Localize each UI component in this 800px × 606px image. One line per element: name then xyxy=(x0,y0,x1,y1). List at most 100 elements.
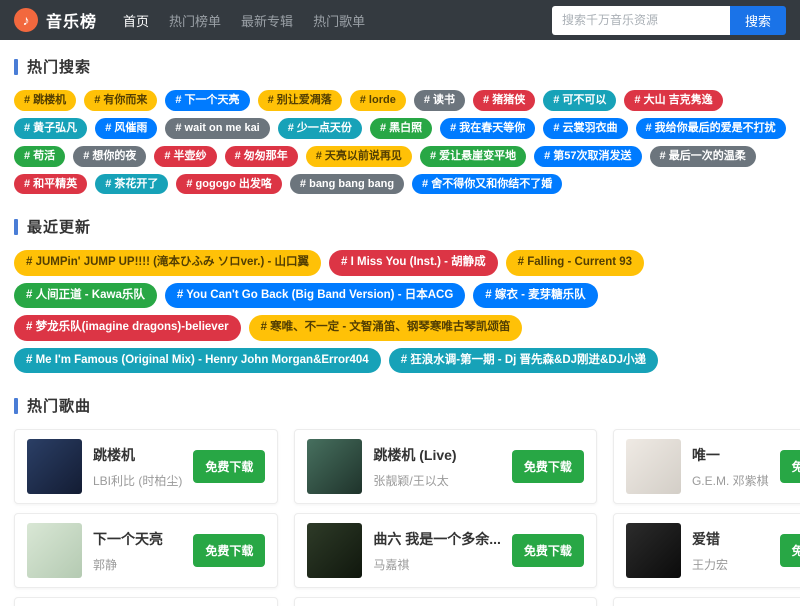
song-artist: 张靓颖/王以太 xyxy=(373,472,501,489)
song-title: 跳楼机 (Live) xyxy=(373,445,501,465)
nav-link[interactable]: 首页 xyxy=(123,11,149,30)
song-meta: 爱错 王力宏 xyxy=(692,529,769,573)
search-button[interactable]: 搜索 xyxy=(730,6,786,35)
download-button[interactable]: 免费下载 xyxy=(193,534,265,567)
song-title: 跳楼机 xyxy=(93,445,182,465)
hot-search-tag[interactable]: # 跳楼机 xyxy=(14,90,76,111)
nav-link[interactable]: 热门歌单 xyxy=(313,11,365,30)
hot-search-tag[interactable]: # bang bang bang xyxy=(290,174,404,195)
brand-title: 音乐榜 xyxy=(46,8,97,32)
recent-update-tag[interactable]: # Me I'm Famous (Original Mix) - Henry J… xyxy=(14,348,381,374)
hot-search-tag[interactable]: # 读书 xyxy=(414,90,465,111)
hot-search-tag[interactable]: # 茶花开了 xyxy=(95,174,168,195)
hot-search-tag[interactable]: # 最后一次的温柔 xyxy=(650,146,756,167)
recent-update-tag[interactable]: # JUMPin' JUMP UP!!!! (滝本ひふみ ソロver.) - 山… xyxy=(14,250,321,276)
recent-update-tag[interactable]: # I Miss You (Inst.) - 胡静成 xyxy=(329,250,498,276)
recent-update-tags: # JUMPin' JUMP UP!!!! (滝本ひふみ ソロver.) - 山… xyxy=(14,250,786,373)
recent-update-tag[interactable]: # Falling - Current 93 xyxy=(506,250,644,276)
song-card: 我怀念的 孙燕姿 免费下载 xyxy=(613,597,800,606)
hot-search-tag[interactable]: # 和平精英 xyxy=(14,174,87,195)
hot-search-tag[interactable]: # 天亮以前说再见 xyxy=(306,146,412,167)
song-card: 爱错 王力宏 免费下载 xyxy=(613,513,800,588)
song-meta: 跳楼机 (Live) 张靓颖/王以太 xyxy=(373,445,501,489)
song-card: 跳楼机 (Live) 张靓颖/王以太 免费下载 xyxy=(294,429,597,504)
section-hot-songs: 热门歌曲 跳楼机 LBI利比 (时柏尘) 免费下载 xyxy=(14,395,786,606)
album-art xyxy=(626,439,681,494)
hot-search-tag[interactable]: # 半壶纱 xyxy=(154,146,216,167)
search-input[interactable] xyxy=(552,6,730,35)
song-artist: G.E.M. 邓紫棋 xyxy=(692,472,769,489)
song-artist: LBI利比 (时柏尘) xyxy=(93,472,182,489)
song-meta: 下一个天亮 郭静 xyxy=(93,529,182,573)
music-note-logo-icon: ♪ xyxy=(14,8,38,32)
song-card: 79 04 6028 舍得 王唯旖 免费下载 xyxy=(294,597,597,606)
recent-updates-title-text: 最近更新 xyxy=(27,216,91,237)
album-art xyxy=(27,523,82,578)
recent-update-tag[interactable]: # 狂浪水调-第一期 - Dj 晋先森&DJ刚进&DJ小递 xyxy=(389,348,658,374)
song-title: 唯一 xyxy=(692,445,769,465)
hot-search-tag[interactable]: # gogogo 出发咯 xyxy=(176,174,282,195)
recent-update-tag[interactable]: # 嫁衣 - 麦芽糖乐队 xyxy=(473,283,597,309)
hot-search-tag[interactable]: # 我在春天等你 xyxy=(440,118,535,139)
song-card: 曲六 我是一个多余... 马嘉祺 免费下载 xyxy=(294,513,597,588)
hot-search-tag[interactable]: # 第57次取消发送 xyxy=(534,146,641,167)
section-accent-bar xyxy=(14,59,18,75)
song-meta: 曲六 我是一个多余... 马嘉祺 xyxy=(373,529,501,573)
hot-search-tag[interactable]: # 想你的夜 xyxy=(73,146,146,167)
hot-search-tag[interactable]: # 我给你最后的爱是不打扰 xyxy=(636,118,786,139)
download-button[interactable]: 免费下载 xyxy=(193,450,265,483)
section-accent-bar xyxy=(14,398,18,414)
hot-search-tag[interactable]: # 黑白照 xyxy=(370,118,432,139)
hot-search-tag[interactable]: # 云裳羽衣曲 xyxy=(543,118,627,139)
album-art xyxy=(307,439,362,494)
album-art xyxy=(27,439,82,494)
song-grid: 跳楼机 LBI利比 (时柏尘) 免费下载 跳楼机 (Live) 张靓颖/王以太 … xyxy=(14,429,786,606)
recent-update-tag[interactable]: # 人间正道 - Kawa乐队 xyxy=(14,283,157,309)
hot-search-tag[interactable]: # 苟活 xyxy=(14,146,65,167)
album-art xyxy=(307,523,362,578)
hot-search-tag[interactable]: # 黄子弘凡 xyxy=(14,118,87,139)
recent-update-tag[interactable]: # 梦龙乐队(imagine dragons)-believer xyxy=(14,315,241,341)
hot-search-tag[interactable]: # 爱让悬崖变平地 xyxy=(420,146,526,167)
song-title: 曲六 我是一个多余... xyxy=(373,529,501,549)
search-bar: 搜索 xyxy=(552,6,786,35)
song-artist: 郭静 xyxy=(93,556,182,573)
hot-songs-title-text: 热门歌曲 xyxy=(27,395,91,416)
nav-link[interactable]: 热门榜单 xyxy=(169,11,221,30)
song-card: 唯一 G.E.M. 邓紫棋 免费下载 xyxy=(613,429,800,504)
hot-search-tag[interactable]: # 猪猪侠 xyxy=(473,90,535,111)
section-accent-bar xyxy=(14,219,18,235)
hot-search-tag[interactable]: # 有你而来 xyxy=(84,90,157,111)
song-title: 下一个天亮 xyxy=(93,529,182,549)
song-card: 搀扶 马健涛 免费下载 xyxy=(14,597,278,606)
hot-songs-title: 热门歌曲 xyxy=(14,395,786,416)
section-hot-search: 热门搜索 # 跳楼机 # 有你而来 # 下一个天亮 # 别让爱凋落 # lord… xyxy=(14,56,786,194)
hot-search-tag[interactable]: # wait on me kai xyxy=(165,118,269,139)
section-recent-updates: 最近更新 # JUMPin' JUMP UP!!!! (滝本ひふみ ソロver.… xyxy=(14,216,786,373)
song-meta: 跳楼机 LBI利比 (时柏尘) xyxy=(93,445,182,489)
hot-search-tag[interactable]: # 风催雨 xyxy=(95,118,157,139)
download-button[interactable]: 免费下载 xyxy=(512,450,584,483)
download-button[interactable]: 免费下载 xyxy=(780,450,800,483)
song-artist: 王力宏 xyxy=(692,556,769,573)
nav-link[interactable]: 最新专辑 xyxy=(241,11,293,30)
hot-search-tag[interactable]: # 下一个天亮 xyxy=(165,90,249,111)
brand[interactable]: ♪ 音乐榜 xyxy=(14,8,97,32)
song-meta: 唯一 G.E.M. 邓紫棋 xyxy=(692,445,769,489)
song-title: 爱错 xyxy=(692,529,769,549)
download-button[interactable]: 免费下载 xyxy=(780,534,800,567)
hot-search-title: 热门搜索 xyxy=(14,56,786,77)
recent-update-tag[interactable]: # 寒唯、不一定 - 文智涌笛、钢琴寒唯古琴凯颂笛 xyxy=(249,315,523,341)
hot-search-tag[interactable]: # 别让爱凋落 xyxy=(258,90,342,111)
hot-search-tag[interactable]: # 舍不得你又和你结不了婚 xyxy=(412,174,562,195)
download-button[interactable]: 免费下载 xyxy=(512,534,584,567)
hot-search-title-text: 热门搜索 xyxy=(27,56,91,77)
hot-search-tag[interactable]: # 大山 吉克隽逸 xyxy=(624,90,722,111)
nav-links: 首页 热门榜单 最新专辑 热门歌单 xyxy=(123,11,365,30)
song-card: 跳楼机 LBI利比 (时柏尘) 免费下载 xyxy=(14,429,278,504)
hot-search-tag[interactable]: # lorde xyxy=(350,90,406,111)
hot-search-tag[interactable]: # 匆匆那年 xyxy=(225,146,298,167)
recent-update-tag[interactable]: # You Can't Go Back (Big Band Version) -… xyxy=(165,283,465,309)
hot-search-tag[interactable]: # 少一点天份 xyxy=(278,118,362,139)
hot-search-tag[interactable]: # 可不可以 xyxy=(543,90,616,111)
